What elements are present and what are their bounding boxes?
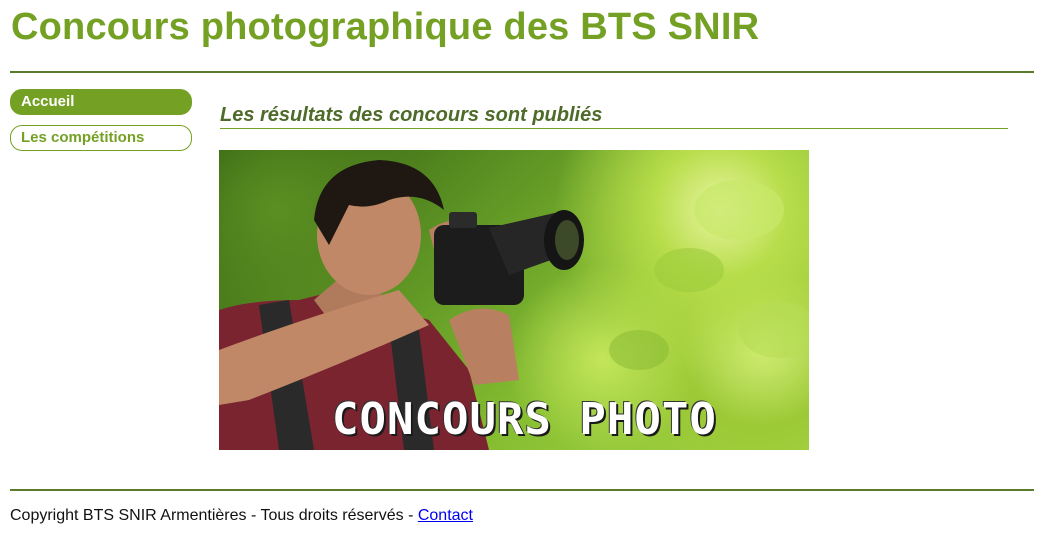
- copyright-text: Copyright BTS SNIR Armentières - Tous dr…: [10, 507, 418, 524]
- footer: Copyright BTS SNIR Armentières - Tous dr…: [10, 507, 473, 525]
- nav-item-accueil[interactable]: Accueil: [10, 89, 192, 115]
- banner-image: CONCOURS PHOTO: [219, 150, 809, 450]
- footer-divider: [10, 489, 1034, 491]
- nav-item-competitions[interactable]: Les compétitions: [10, 125, 192, 151]
- header-divider: [10, 71, 1034, 73]
- camera-icon: [434, 210, 584, 305]
- site-title: Concours photographique des BTS SNIR: [11, 6, 760, 48]
- sidebar-nav: Accueil Les compétitions: [10, 89, 192, 161]
- contact-link[interactable]: Contact: [418, 507, 473, 524]
- banner-caption: CONCOURS PHOTO: [332, 394, 717, 445]
- page-headline: Les résultats des concours sont publiés: [220, 104, 1008, 129]
